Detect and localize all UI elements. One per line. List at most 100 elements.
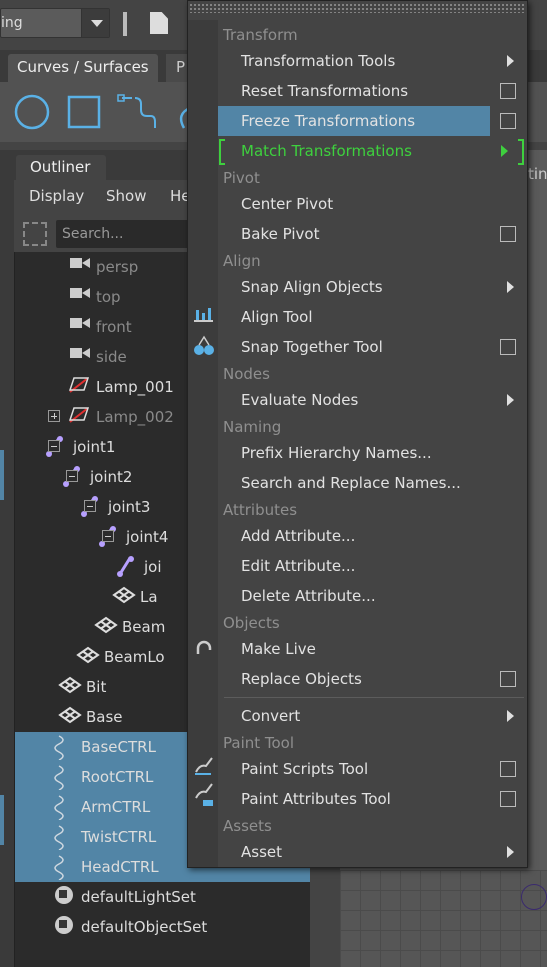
outliner-item-label: Bit bbox=[86, 678, 107, 696]
menu-item-label: Align Tool bbox=[241, 308, 313, 326]
option-box-icon[interactable] bbox=[500, 226, 516, 242]
curve-icon bbox=[54, 855, 64, 880]
menu-item-transformation-tools[interactable]: Transformation Tools bbox=[218, 46, 526, 76]
section-pivot: Pivot bbox=[223, 169, 260, 187]
option-box-icon[interactable] bbox=[500, 671, 516, 687]
outliner-row[interactable]: defaultObjectSet bbox=[15, 912, 310, 942]
curve-icon bbox=[54, 735, 64, 760]
expand-icon[interactable] bbox=[48, 410, 60, 422]
mesh-icon bbox=[58, 706, 82, 724]
search-input[interactable]: Search... bbox=[56, 220, 206, 248]
outliner-item-label: HeadCTRL bbox=[81, 858, 159, 876]
camera-icon bbox=[70, 318, 90, 328]
menu-item-paint-attributes-tool[interactable]: Paint Attributes Tool bbox=[218, 784, 526, 814]
menu-item-add-attribute[interactable]: Add Attribute... bbox=[218, 521, 526, 551]
outliner-item-label: top bbox=[96, 288, 121, 306]
collapse-icon[interactable] bbox=[48, 440, 60, 452]
section-transform: Transform bbox=[223, 26, 298, 44]
outliner-item-label: persp bbox=[96, 258, 139, 276]
menu-set-dropdown[interactable]: ing bbox=[0, 8, 110, 38]
tab-outliner[interactable]: Outliner bbox=[16, 155, 106, 181]
separator-icon bbox=[123, 12, 127, 36]
menu-item-evaluate-nodes[interactable]: Evaluate Nodes bbox=[218, 385, 526, 415]
outliner-item-label: BeamLo bbox=[104, 648, 165, 666]
menu-item-label: Add Attribute... bbox=[241, 527, 356, 545]
outliner-item-label: Lamp_001 bbox=[96, 378, 174, 396]
bracket-right-icon bbox=[518, 139, 524, 165]
camera-icon bbox=[70, 348, 90, 358]
outliner-item-label: side bbox=[96, 348, 127, 366]
mesh-icon bbox=[76, 646, 100, 664]
bracket-left-icon bbox=[219, 139, 225, 165]
menu-item-label: Match Transformations bbox=[241, 142, 412, 160]
option-box-icon[interactable] bbox=[500, 83, 516, 99]
submenu-arrow-icon bbox=[507, 281, 514, 293]
section-attributes: Attributes bbox=[223, 501, 298, 519]
option-box-icon[interactable] bbox=[500, 791, 516, 807]
mesh-icon bbox=[94, 616, 118, 634]
curve-icon bbox=[54, 825, 64, 850]
menu-item-prefix-hierarchy-names[interactable]: Prefix Hierarchy Names... bbox=[218, 438, 526, 468]
menu-item-edit-attribute[interactable]: Edit Attribute... bbox=[218, 551, 526, 581]
outliner-item-label: joint1 bbox=[73, 438, 116, 456]
menu-item-asset[interactable]: Asset bbox=[218, 837, 526, 867]
filter-icon[interactable] bbox=[23, 222, 47, 246]
outliner-item-label: joi bbox=[144, 558, 162, 576]
shelf-tab-curves-surfaces[interactable]: Curves / Surfaces bbox=[8, 54, 158, 82]
menu-separator bbox=[224, 697, 524, 698]
menu-item-label: Snap Align Objects bbox=[241, 278, 383, 296]
menu-item-paint-scripts-tool[interactable]: Paint Scripts Tool bbox=[218, 754, 526, 784]
outliner-item-label: La bbox=[140, 588, 158, 606]
magnet-icon bbox=[196, 640, 212, 654]
menu-item-align-tool[interactable]: Align Tool bbox=[218, 302, 526, 332]
section-align: Align bbox=[223, 252, 261, 270]
menu-item-label: Transformation Tools bbox=[241, 52, 396, 70]
menu-item-label: Evaluate Nodes bbox=[241, 391, 359, 409]
menu-item-label: Search and Replace Names... bbox=[241, 474, 461, 492]
align-tool-icons bbox=[194, 308, 214, 355]
menu-icon-gutter bbox=[188, 20, 218, 867]
menu-item-search-and-replace-names[interactable]: Search and Replace Names... bbox=[218, 468, 526, 498]
tear-off-handle[interactable] bbox=[189, 3, 526, 13]
menu-item-bake-pivot[interactable]: Bake Pivot bbox=[218, 219, 526, 249]
menu-item-label: Reset Transformations bbox=[241, 82, 409, 100]
menu-item-snap-align-objects[interactable]: Snap Align Objects bbox=[218, 272, 526, 302]
outliner-item-label: RootCTRL bbox=[81, 768, 154, 786]
menu-item-snap-together-tool[interactable]: Snap Together Tool bbox=[218, 332, 526, 362]
outliner-row[interactable]: defaultLightSet bbox=[15, 882, 310, 912]
section-paint-tool: Paint Tool bbox=[223, 734, 295, 752]
submenu-arrow-icon bbox=[507, 55, 514, 67]
menu-item-delete-attribute[interactable]: Delete Attribute... bbox=[218, 581, 526, 611]
menu-display[interactable]: Display bbox=[29, 187, 84, 205]
menu-item-match-transformations[interactable]: Match Transformations bbox=[218, 136, 526, 166]
menu-item-label: Bake Pivot bbox=[241, 225, 320, 243]
collapse-icon[interactable] bbox=[66, 470, 78, 482]
shelf-icons[interactable] bbox=[12, 92, 212, 132]
option-box-icon[interactable] bbox=[500, 113, 516, 129]
locator-icon[interactable] bbox=[521, 884, 547, 910]
collapse-icon[interactable] bbox=[84, 500, 96, 512]
option-box-icon[interactable] bbox=[500, 339, 516, 355]
menu-item-convert[interactable]: Convert bbox=[218, 701, 526, 731]
outliner-item-label: joint2 bbox=[90, 468, 133, 486]
menu-show[interactable]: Show bbox=[106, 187, 146, 205]
menu-item-center-pivot[interactable]: Center Pivot bbox=[218, 189, 526, 219]
menu-item-label: Convert bbox=[241, 707, 301, 725]
section-nodes: Nodes bbox=[223, 365, 270, 383]
section-objects: Objects bbox=[223, 614, 280, 632]
curve-icon bbox=[54, 765, 64, 790]
viewport-grid bbox=[340, 870, 547, 967]
curve-icon bbox=[54, 795, 64, 820]
chevron-down-icon[interactable] bbox=[81, 9, 109, 37]
option-box-icon[interactable] bbox=[500, 761, 516, 777]
menu-item-replace-objects[interactable]: Replace Objects bbox=[218, 664, 526, 694]
menu-item-freeze-transformations[interactable]: Freeze Transformations bbox=[218, 106, 490, 136]
paint-tool-icons bbox=[195, 757, 213, 806]
mesh-icon bbox=[112, 586, 136, 604]
menu-item-make-live[interactable]: Make Live bbox=[218, 634, 526, 664]
toolbox-indicator bbox=[0, 450, 4, 500]
outliner-item-label: ArmCTRL bbox=[81, 798, 151, 816]
camera-icon bbox=[70, 288, 90, 298]
menu-item-reset-transformations[interactable]: Reset Transformations bbox=[218, 76, 526, 106]
collapse-icon[interactable] bbox=[102, 530, 114, 542]
